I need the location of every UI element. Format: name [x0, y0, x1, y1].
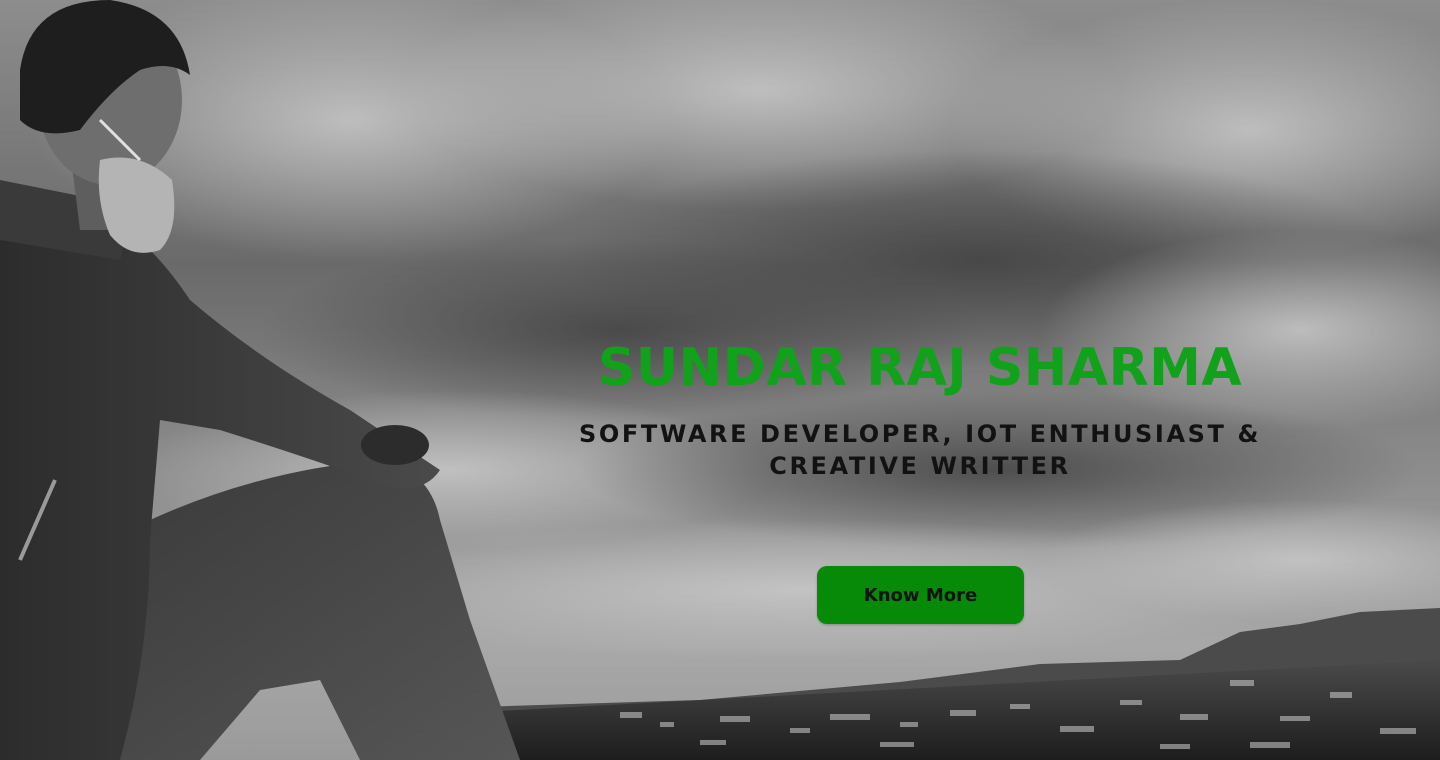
hero-content: SUNDAR RAJ SHARMA SOFTWARE DEVELOPER, IO… — [540, 330, 1300, 482]
hero-name-heading: SUNDAR RAJ SHARMA — [597, 338, 1243, 398]
hero-section: SUNDAR RAJ SHARMA SOFTWARE DEVELOPER, IO… — [0, 0, 1440, 760]
hero-tagline: SOFTWARE DEVELOPER, IOT ENTHUSIAST & CRE… — [579, 420, 1261, 480]
know-more-button[interactable]: Know More — [817, 566, 1024, 624]
